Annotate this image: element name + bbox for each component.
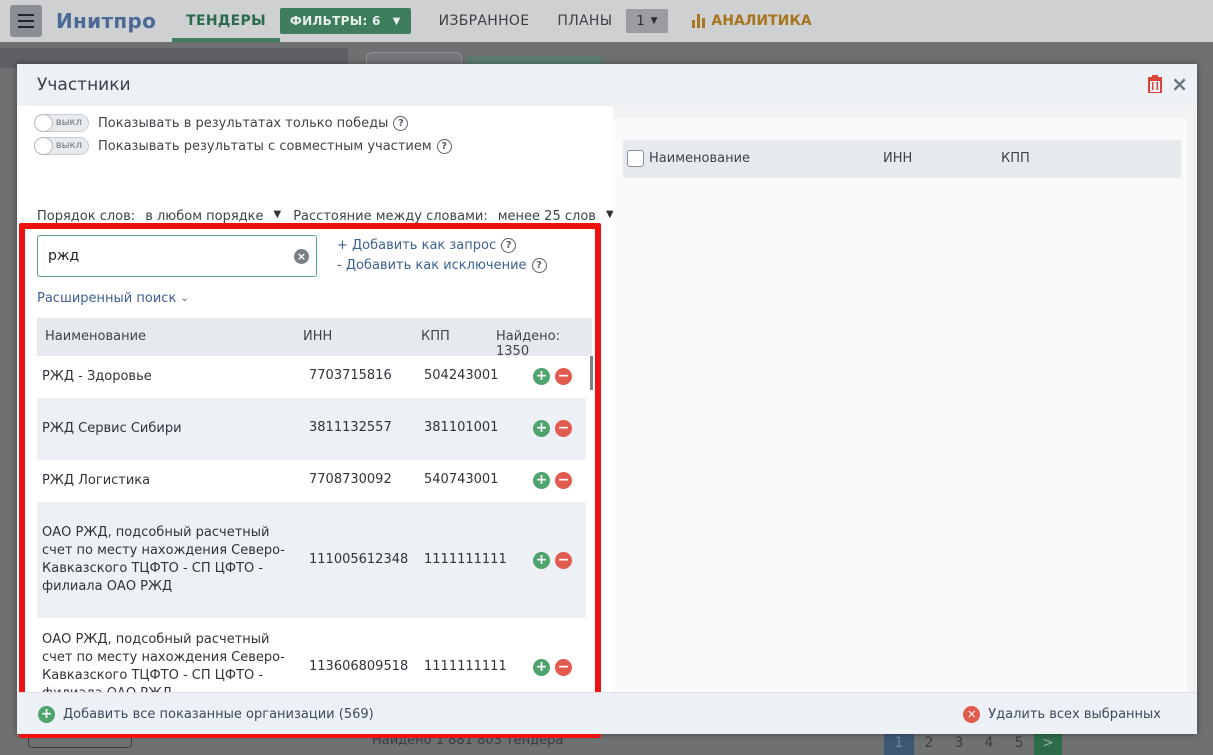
plans-select-value: 1	[636, 13, 645, 29]
filters-label: ФИЛЬТРЫ: 6	[289, 14, 381, 28]
next-page-icon[interactable]: >	[1034, 731, 1062, 755]
distance-select[interactable]: менее 25 слов	[498, 209, 596, 224]
left-pane: выкл Показывать в результатах только поб…	[17, 106, 614, 738]
filters-button[interactable]: ФИЛЬТРЫ: 6 ▼	[279, 8, 411, 34]
col-name[interactable]: Наименование	[649, 151, 750, 166]
delete-all-button[interactable]: ✕ Удалить всех выбранных	[963, 706, 1161, 723]
caret-down-icon: ▼	[650, 16, 658, 26]
modal-footer: + Добавить все показанные организации (5…	[17, 692, 1197, 734]
toggle-wins-label: Показывать в результатах только победы	[98, 115, 389, 131]
selected-panel: Наименование ИНН КПП	[613, 118, 1187, 692]
selected-table-header: Наименование ИНН КПП	[623, 140, 1181, 178]
analytics-label: АНАЛИТИКА	[711, 13, 812, 29]
nav-analytics[interactable]: АНАЛИТИКА	[692, 13, 812, 29]
page-4[interactable]: 4	[974, 731, 1004, 755]
toggle-joint-label: Показывать результаты с совместным участ…	[98, 138, 432, 154]
word-order-select[interactable]: в любом порядке	[145, 209, 263, 224]
help-icon[interactable]: ?	[393, 115, 409, 131]
page-3[interactable]: 3	[944, 731, 974, 755]
caret-down-icon[interactable]: ▼	[274, 209, 282, 224]
help-icon[interactable]: ?	[436, 138, 452, 154]
toggle-joint-row: выкл Показывать результаты с совместным …	[34, 137, 452, 155]
trash-icon[interactable]	[1147, 75, 1163, 93]
pagination: 1 2 3 4 5 >	[884, 731, 1062, 755]
brand-logo[interactable]: Инитпро	[56, 9, 156, 33]
select-all-checkbox[interactable]	[627, 150, 644, 167]
plans-select[interactable]: 1 ▼	[626, 9, 669, 33]
col-kpp[interactable]: КПП	[1001, 151, 1030, 166]
toggle-wins-only[interactable]: выкл	[34, 114, 89, 132]
page-5[interactable]: 5	[1004, 731, 1034, 755]
right-pane: Наименование ИНН КПП	[613, 106, 1197, 692]
modal-header: Участники ×	[17, 64, 1197, 106]
top-navbar: Инитпро ТЕНДЕРЫ ФИЛЬТРЫ: 6 ▼ ИЗБРАННОЕ П…	[0, 0, 1213, 42]
toggle-joint-participation[interactable]: выкл	[34, 137, 89, 155]
page-1[interactable]: 1	[884, 731, 914, 755]
distance-label: Расстояние между словами:	[293, 209, 488, 224]
participants-modal: Участники × выкл Показывать в результата…	[17, 64, 1197, 738]
toggle-wins-row: выкл Показывать в результатах только поб…	[34, 114, 409, 132]
nav-plans[interactable]: ПЛАНЫ	[557, 13, 612, 29]
menu-icon[interactable]	[10, 5, 42, 37]
add-all-button[interactable]: + Добавить все показанные организации (5…	[38, 706, 374, 723]
modal-title: Участники	[37, 75, 131, 95]
close-icon[interactable]: ×	[1171, 74, 1188, 94]
background-button	[28, 738, 132, 748]
nav-favorites[interactable]: ИЗБРАННОЕ	[439, 13, 530, 29]
remove-circle-icon: ✕	[963, 706, 981, 723]
word-order-label: Порядок слов:	[37, 209, 136, 224]
add-circle-icon: +	[38, 706, 55, 723]
caret-down-icon: ▼	[392, 15, 401, 27]
col-inn[interactable]: ИНН	[883, 151, 912, 166]
bar-chart-icon	[692, 14, 706, 28]
page-2[interactable]: 2	[914, 731, 944, 755]
nav-tenders[interactable]: ТЕНДЕРЫ	[172, 0, 280, 42]
word-order-row: Порядок слов: в любом порядке ▼ Расстоян…	[37, 209, 614, 224]
highlight-frame	[19, 223, 601, 738]
